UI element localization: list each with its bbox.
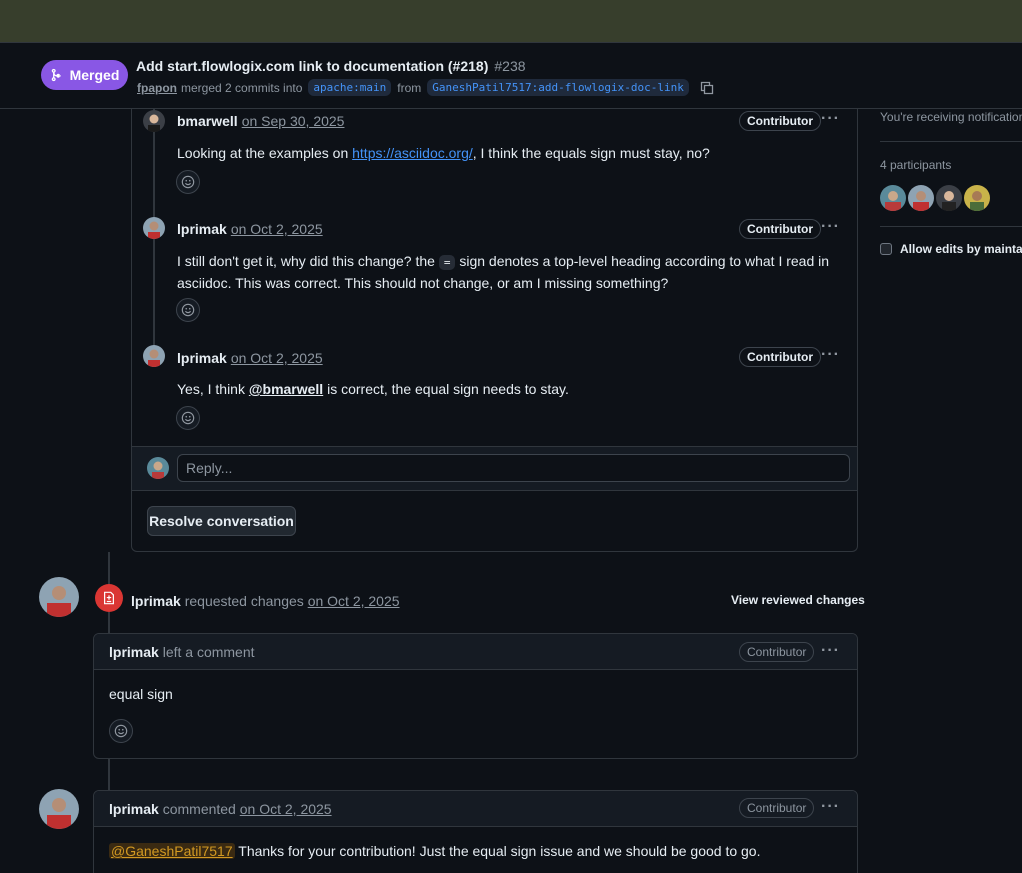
comment-body: @GaneshPatil7517 Thanks for your contrib… [109,841,760,861]
comment-author[interactable]: lprimak [177,350,227,366]
pr-number: #238 [494,58,526,74]
copy-icon[interactable] [699,80,715,96]
timeline-line [108,758,110,790]
add-reaction-button[interactable] [176,406,200,430]
avatar[interactable] [143,217,165,239]
head-branch[interactable]: GaneshPatil7517:add-flowlogix-doc-link [427,79,689,96]
review-date[interactable]: on Oct 2, 2025 [308,593,400,609]
allow-edits-label: Allow edits by maintainers [900,242,1022,256]
merge-author-link[interactable]: fpapon [137,81,177,95]
contributor-badge: Contributor [739,111,821,131]
smiley-icon [181,175,195,189]
comment-text: Thanks for your contribution! Just the e… [234,843,761,859]
card-action: left a comment [162,644,255,660]
avatar[interactable] [143,110,165,132]
sidebar-divider [880,141,1022,142]
pr-sticky-header: Merged Add start.flowlogix.com link to d… [0,44,1022,109]
comment-header: bmarwell on Sep 30, 2025 [177,113,344,129]
top-banner [0,0,1022,43]
contributor-badge: Contributor [739,347,821,367]
more-options-icon[interactable]: ··· [821,346,840,364]
comment-date[interactable]: on Oct 2, 2025 [231,350,323,366]
notifications-status: You're receiving notifications [880,110,1022,124]
timeline-line [108,552,110,584]
merged-label: Merged [69,67,120,83]
review-author[interactable]: lprimak [131,593,181,609]
avatar [147,457,169,479]
git-merge-icon [51,68,61,82]
comment-text: Looking at the examples on [177,145,353,161]
add-reaction-button[interactable] [176,298,200,322]
allow-edits-checkbox[interactable] [880,243,892,255]
review-action: requested changes [184,593,304,609]
avatar[interactable] [39,789,79,829]
contributor-badge: Contributor [739,798,815,818]
participant-avatar[interactable] [880,185,906,211]
comment-body: Looking at the examples on https://ascii… [177,143,710,163]
comment-text: sign denotes a top-level heading accordi… [455,253,830,269]
comment-header: lprimak on Oct 2, 2025 [177,221,323,237]
changes-requested-badge [95,584,123,612]
more-options-icon[interactable]: ··· [821,642,840,660]
comment-body: Yes, I think @bmarwell is correct, the e… [177,379,569,399]
user-mention[interactable]: @GaneshPatil7517 [109,843,235,859]
add-reaction-button[interactable] [109,719,133,743]
pr-title-text: Add start.flowlogix.com link to document… [136,58,489,74]
card-author[interactable]: lprimak [109,801,159,817]
pr-title: Add start.flowlogix.com link to document… [136,58,526,74]
from-text: from [397,80,422,95]
review-event: lprimak requested changes on Oct 2, 2025 [131,593,400,609]
reply-input[interactable]: Reply... [177,454,850,482]
timeline-line [108,612,110,634]
pr-meta: fpapon merged 2 commits into apache:main… [137,79,715,96]
comment-author[interactable]: bmarwell [177,113,238,129]
avatar[interactable] [143,345,165,367]
comment-date[interactable]: on Sep 30, 2025 [242,113,345,129]
merged-status-badge: Merged [41,60,128,90]
comment-text: Yes, I think [177,381,249,397]
participant-avatar[interactable] [908,185,934,211]
comment-text: I still don't get it, why did this chang… [177,253,439,269]
comment-header: lprimak on Oct 2, 2025 [177,350,323,366]
more-options-icon[interactable]: ··· [821,110,840,128]
merged-text: merged 2 commits into [181,80,303,95]
smiley-icon [181,411,195,425]
contributor-badge: Contributor [739,642,815,662]
participants-label: 4 participants [880,158,952,172]
more-options-icon[interactable]: ··· [821,798,840,816]
comment-date[interactable]: on Oct 2, 2025 [240,801,332,817]
base-branch[interactable]: apache:main [308,79,392,96]
view-reviewed-changes-link[interactable]: View reviewed changes [731,593,865,607]
more-options-icon[interactable]: ··· [821,218,840,236]
comment-author[interactable]: lprimak [177,221,227,237]
comment-body: equal sign [109,686,173,702]
card-author-line: lprimak left a comment [109,644,255,660]
comment-body: I still don't get it, why did this chang… [177,251,837,293]
comment-date[interactable]: on Oct 2, 2025 [231,221,323,237]
asciidoc-link[interactable]: https://asciidoc.org/ [352,145,473,161]
user-mention[interactable]: @bmarwell [249,381,323,397]
card-author-line: lprimak commented on Oct 2, 2025 [109,801,332,817]
participant-avatar[interactable] [936,185,962,211]
inline-code: = [438,255,456,270]
add-reaction-button[interactable] [176,170,200,194]
file-diff-icon [104,591,114,605]
avatar[interactable] [39,577,79,617]
sidebar-divider [880,226,1022,227]
smiley-icon [114,724,128,738]
comment-text: is correct, the equal sign needs to stay… [323,381,569,397]
resolve-conversation-button[interactable]: Resolve conversation [147,506,296,536]
contributor-badge: Contributor [739,219,821,239]
comment-text: asciidoc. This was correct. This should … [177,275,669,291]
comment-text: , I think the equals sign must stay, no? [472,145,710,161]
participant-avatar[interactable] [964,185,990,211]
card-action: commented [162,801,236,817]
smiley-icon [181,303,195,317]
card-author[interactable]: lprimak [109,644,159,660]
